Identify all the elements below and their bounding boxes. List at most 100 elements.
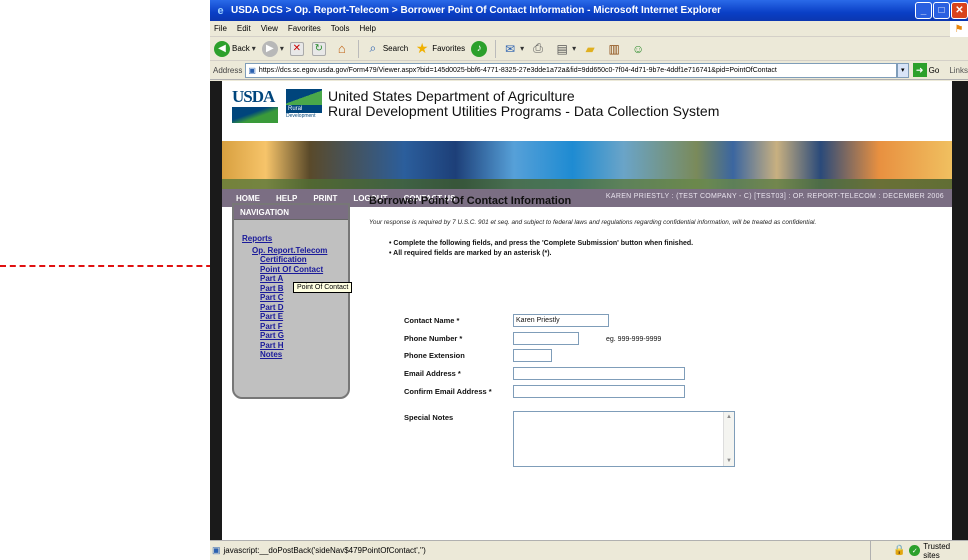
research-icon: ▥ xyxy=(608,41,620,56)
phone-number-input[interactable] xyxy=(513,332,579,345)
toolbar: ◀ Back ▾ ▶ ▾ ✕ ↻ ⌂ ⌕ Search ★ Favorites … xyxy=(210,37,968,61)
web-page: USDA Rural Development United States Dep… xyxy=(222,81,952,540)
page-viewport: USDA Rural Development United States Dep… xyxy=(210,81,968,540)
back-button[interactable]: ◀ Back ▾ xyxy=(214,40,256,57)
menu-bar: File Edit View Favorites Tools Help ⚑ xyxy=(210,21,968,37)
address-dropdown[interactable]: ▾ xyxy=(896,62,909,78)
go-button[interactable]: ➜ Go xyxy=(912,63,940,77)
chevron-down-icon: ▾ xyxy=(279,44,284,53)
rural-label: Rural xyxy=(286,105,322,113)
instruction-item: • All required fields are marked by an a… xyxy=(389,250,552,257)
title-bar: e USDA DCS > Op. Report-Telecom > Borrow… xyxy=(210,0,968,21)
nav-help[interactable]: HELP xyxy=(276,194,297,203)
contact-name-input[interactable]: Karen Priestly xyxy=(513,314,609,327)
menu-edit[interactable]: Edit xyxy=(237,24,251,33)
email-address-input[interactable] xyxy=(513,367,685,380)
minimize-button[interactable]: _ xyxy=(915,2,932,19)
nav-link-part-d[interactable]: Part D xyxy=(260,303,348,313)
phone-extension-label: Phone Extension xyxy=(404,351,465,360)
navigation-panel: NAVIGATION Reports Op. Report.Telecom Ce… xyxy=(232,203,350,399)
maximize-button[interactable]: □ xyxy=(933,2,950,19)
special-notes-label: Special Notes xyxy=(404,413,454,422)
rural-sublabel: Development xyxy=(286,113,316,119)
menu-tools[interactable]: Tools xyxy=(331,24,350,33)
status-bar: ▣ javascript:__doPostBack('sideNav$479Po… xyxy=(210,540,968,560)
media-button[interactable]: ♪ xyxy=(471,40,489,57)
address-input[interactable]: ▣ https://dcs.sc.egov.usda.gov/Form479/V… xyxy=(245,62,897,78)
instruction-item: • Complete the following fields, and pre… xyxy=(389,240,694,247)
site-title: United States Department of Agriculture … xyxy=(328,89,719,119)
home-icon: ⌂ xyxy=(337,41,346,56)
search-button[interactable]: ⌕ Search xyxy=(365,41,408,57)
home-button[interactable]: ⌂ xyxy=(334,41,352,57)
go-arrow-icon: ➜ xyxy=(912,63,927,77)
nav-link-part-e[interactable]: Part E xyxy=(260,312,348,322)
site-header: USDA Rural Development United States Dep… xyxy=(222,81,952,141)
check-icon: ✓ xyxy=(909,545,921,556)
print-button[interactable]: ⎙ xyxy=(530,41,548,57)
back-label: Back xyxy=(232,44,250,53)
chevron-down-icon: ▾ xyxy=(901,67,905,74)
forward-arrow-icon: ▶ xyxy=(261,40,278,57)
scroll-up-icon[interactable]: ▲ xyxy=(724,412,734,422)
mail-button[interactable]: ✉ ▾ xyxy=(502,41,524,57)
edit-button[interactable]: ▤ ▾ xyxy=(554,41,576,57)
security-zone: 🔒 ✓ Trusted sites xyxy=(870,541,968,560)
stop-icon: ✕ xyxy=(289,41,304,56)
close-button[interactable]: ✕ xyxy=(951,2,968,19)
nav-link-part-g[interactable]: Part G xyxy=(260,331,348,341)
mail-icon: ✉ xyxy=(505,41,516,56)
main-content: Borrower Point Of Contact Information Yo… xyxy=(369,195,949,260)
nav-link-certification[interactable]: Certification xyxy=(260,255,348,265)
go-label: Go xyxy=(928,65,940,75)
refresh-icon: ↻ xyxy=(311,41,326,56)
ie-icon: e xyxy=(217,4,224,17)
stop-button[interactable]: ✕ xyxy=(289,41,306,56)
messenger-icon: ☺ xyxy=(631,41,645,56)
media-icon: ♪ xyxy=(471,40,488,57)
forward-button[interactable]: ▶ ▾ xyxy=(261,40,284,57)
folder-button[interactable]: ▰ xyxy=(582,41,600,57)
page-icon: ▣ xyxy=(248,65,256,75)
email-address-label: Email Address * xyxy=(404,369,461,378)
nav-print[interactable]: PRINT xyxy=(313,194,337,203)
chevron-down-icon: ▾ xyxy=(520,44,525,53)
textarea-scrollbar[interactable]: ▲ ▼ xyxy=(723,412,734,466)
lock-icon: 🔒 xyxy=(893,545,906,556)
links-toolbar[interactable]: Links xyxy=(949,66,968,75)
refresh-button[interactable]: ↻ xyxy=(311,41,328,56)
menu-view[interactable]: View xyxy=(261,24,278,33)
nav-home[interactable]: HOME xyxy=(236,194,260,203)
zone-label: Trusted sites xyxy=(923,541,951,560)
printer-icon: ⎙ xyxy=(533,41,543,55)
research-button[interactable]: ▥ xyxy=(606,41,624,57)
nav-link-notes[interactable]: Notes xyxy=(260,350,348,360)
special-notes-textarea[interactable]: ▲ ▼ xyxy=(513,411,735,467)
annotation-dashed-line xyxy=(0,265,222,267)
address-url: https://dcs.sc.egov.usda.gov/Form479/Vie… xyxy=(258,66,777,74)
star-icon: ★ xyxy=(415,40,429,56)
messenger-button[interactable]: ☺ xyxy=(630,41,648,57)
address-bar: Address ▣ https://dcs.sc.egov.usda.gov/F… xyxy=(210,61,968,80)
navigation-title: NAVIGATION xyxy=(234,205,348,220)
nav-link-reports[interactable]: Reports xyxy=(242,234,348,244)
chevron-down-icon: ▾ xyxy=(572,44,577,53)
nav-link-part-f[interactable]: Part F xyxy=(260,322,348,332)
scroll-down-icon[interactable]: ▼ xyxy=(724,456,734,466)
nav-link-op-report[interactable]: Op. Report.Telecom xyxy=(252,246,348,256)
back-arrow-icon: ◀ xyxy=(214,40,230,57)
nav-link-point-of-contact[interactable]: Point Of Contact xyxy=(260,265,348,275)
nav-link-part-h[interactable]: Part H xyxy=(260,341,348,351)
confirm-email-label: Confirm Email Address * xyxy=(404,387,492,396)
page-icon: ▣ xyxy=(212,545,221,555)
menu-file[interactable]: File xyxy=(214,24,227,33)
browser-window: e USDA DCS > Op. Report-Telecom > Borrow… xyxy=(210,0,968,560)
page-title: Borrower Point Of Contact Information xyxy=(369,195,572,207)
confirm-email-input[interactable] xyxy=(513,385,685,398)
favorites-label: Favorites xyxy=(432,44,466,53)
phone-extension-input[interactable] xyxy=(513,349,552,362)
favorites-button[interactable]: ★ Favorites xyxy=(414,40,466,57)
menu-help[interactable]: Help xyxy=(359,24,375,33)
nav-link-part-c[interactable]: Part C xyxy=(260,293,348,303)
menu-favorites[interactable]: Favorites xyxy=(288,24,321,33)
